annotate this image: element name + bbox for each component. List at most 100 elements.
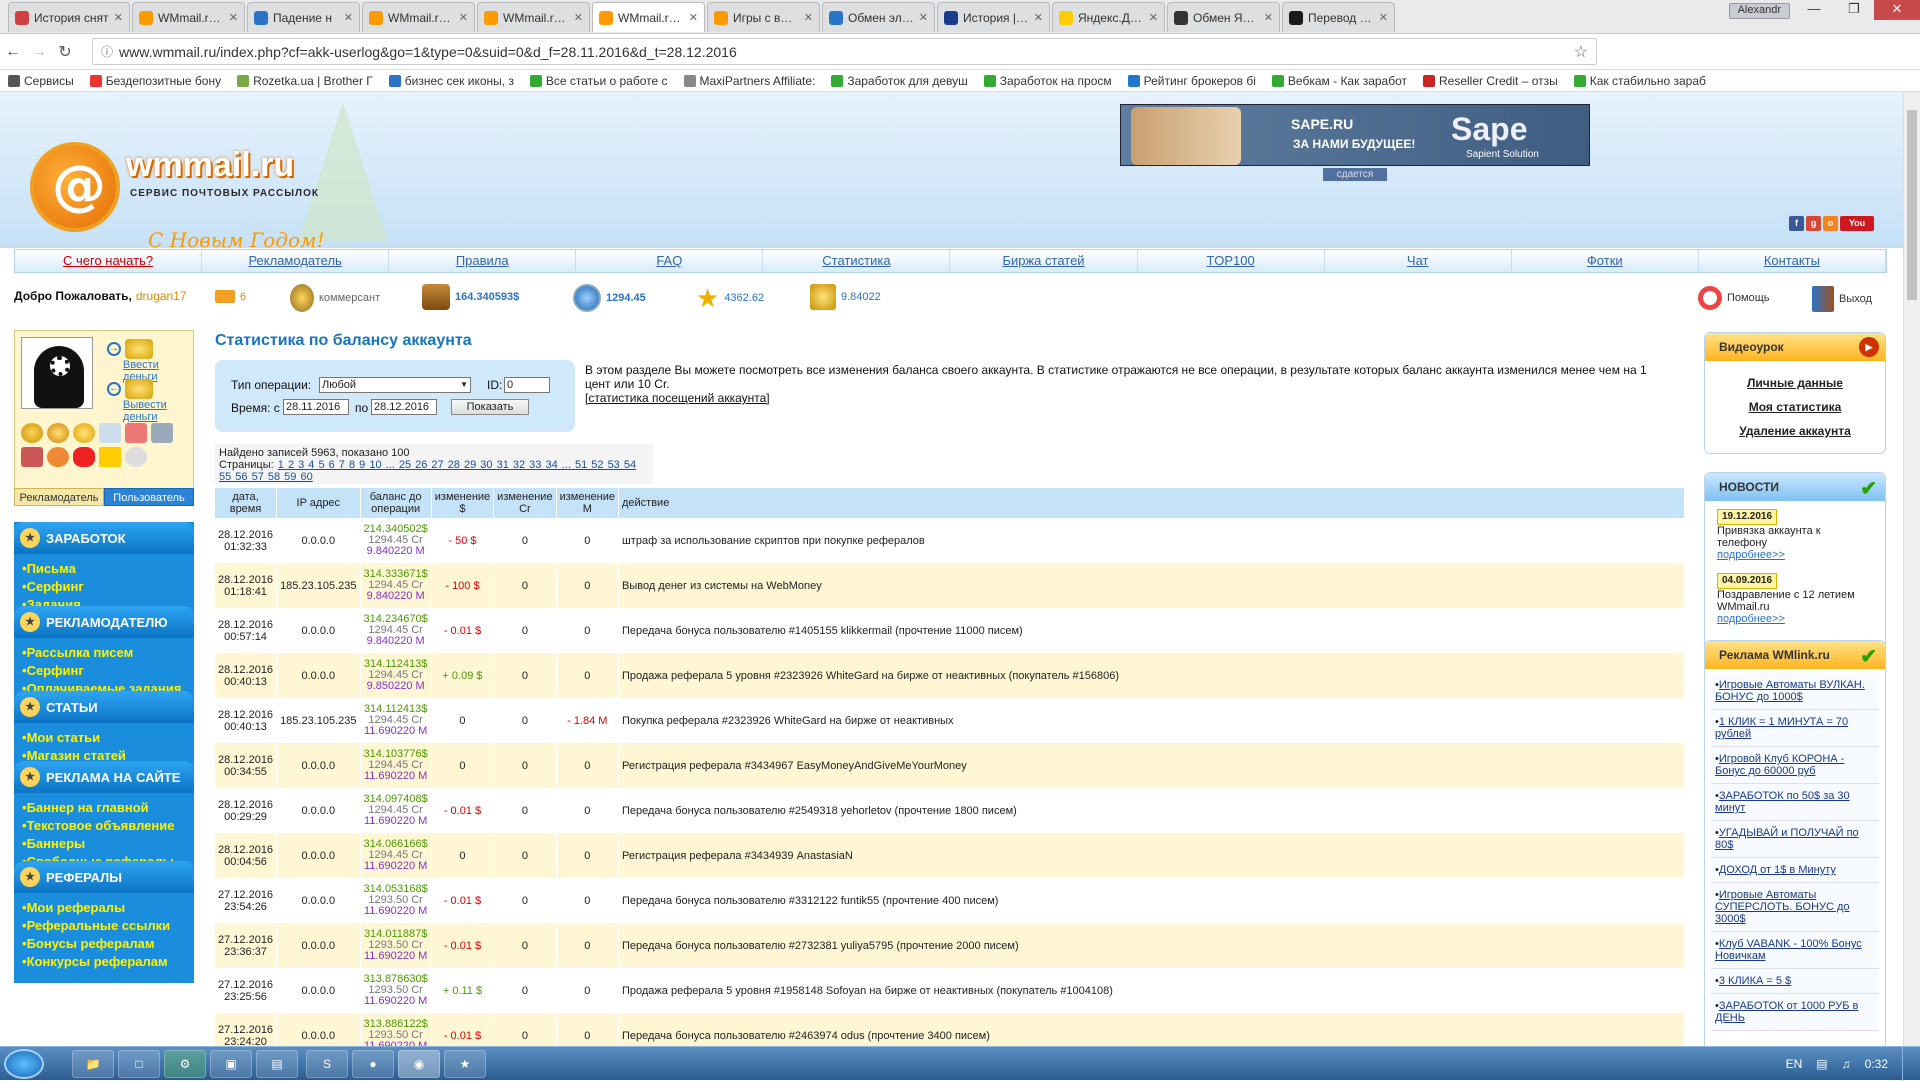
- browser-tab[interactable]: WMmail.ru - с ✕: [477, 2, 590, 32]
- close-icon[interactable]: ✕: [1874, 0, 1920, 20]
- show-desktop-button[interactable]: [1902, 1047, 1912, 1081]
- browser-tab[interactable]: Яндекс.Деньг ✕: [1052, 2, 1165, 32]
- tab-close-icon[interactable]: ✕: [229, 11, 238, 24]
- role-user-button[interactable]: Пользователь: [104, 488, 194, 506]
- browser-tab[interactable]: История | Pay ✕: [937, 2, 1050, 32]
- odnoklassniki-icon[interactable]: o: [1823, 216, 1838, 231]
- explorer-taskbar-icon[interactable]: 📁: [72, 1050, 114, 1078]
- bookmark-item[interactable]: Заработок для девуш: [831, 74, 968, 88]
- site-logo[interactable]: @ wmmail.ru СЕРВИС ПОЧТОВЫХ РАССЫЛОК С Н…: [18, 102, 388, 252]
- sidebar-item[interactable]: Рассылка писем: [22, 644, 186, 662]
- account-link[interactable]: Моя статистика: [1705, 395, 1885, 419]
- nav-link-9[interactable]: Фотки: [1512, 250, 1699, 272]
- tab-close-icon[interactable]: ✕: [1034, 11, 1043, 24]
- page-links[interactable]: 1 2 3 4 5 6 7 8 9 10 ... 25 26 27 28 29 …: [219, 459, 636, 483]
- deposit-link[interactable]: →: [107, 339, 153, 359]
- page-scrollbar[interactable]: [1903, 92, 1920, 1046]
- banner-for-rent-label[interactable]: сдается: [1323, 168, 1387, 181]
- video-lesson-header[interactable]: Видеоурок ▶: [1705, 333, 1885, 361]
- avatar[interactable]: [21, 337, 93, 409]
- google-plus-icon[interactable]: g: [1806, 216, 1821, 231]
- news-more-link[interactable]: подробнее>>: [1717, 549, 1785, 561]
- bookmark-item[interactable]: Заработок на просм: [983, 74, 1112, 88]
- network-icon[interactable]: ▤: [1816, 1057, 1827, 1071]
- tab-close-icon[interactable]: ✕: [919, 11, 928, 24]
- url-input[interactable]: ⓘ www.wmmail.ru/index.php?cf=akk-userlog…: [92, 38, 1597, 65]
- nav-link-6[interactable]: Биржа статей: [950, 250, 1138, 272]
- medal-icon[interactable]: [21, 423, 43, 443]
- scrollbar-thumb[interactable]: [1907, 110, 1917, 300]
- tab-close-icon[interactable]: ✕: [114, 11, 123, 24]
- browser-tab[interactable]: WMmail.ru - с ✕: [132, 2, 245, 32]
- mail-indicator[interactable]: 6: [215, 290, 246, 303]
- operation-type-select[interactable]: Любой: [319, 377, 471, 393]
- clock[interactable]: 0:32: [1865, 1057, 1888, 1071]
- heart-icon[interactable]: [73, 447, 95, 467]
- bookmark-item[interactable]: MaxiPartners Affiliate:: [683, 74, 815, 88]
- balance-usd-indicator[interactable]: 164.340593$: [422, 284, 519, 310]
- sidebar-item[interactable]: Мои статьи: [22, 729, 186, 747]
- browser-tab[interactable]: История снят ✕: [8, 2, 130, 32]
- app-taskbar-icon[interactable]: ★: [444, 1050, 486, 1078]
- medal-icon[interactable]: [73, 423, 95, 443]
- withdraw-link[interactable]: ←: [107, 379, 153, 399]
- pencil-icon[interactable]: [99, 423, 121, 443]
- ad-link[interactable]: 1 КЛИК = 1 МИНУТА = 70 рублей: [1715, 716, 1848, 740]
- sidebar-item[interactable]: Бонусы рефералам: [22, 935, 186, 953]
- tab-close-icon[interactable]: ✕: [1379, 11, 1388, 24]
- balance-m-indicator[interactable]: 9.84022: [810, 284, 881, 310]
- nav-link-4[interactable]: FAQ: [576, 250, 764, 272]
- date-from-input[interactable]: 28.11.2016: [283, 399, 349, 415]
- sidebar-section-header[interactable]: ★ СТАТЬИ: [14, 691, 194, 723]
- sidebar-section-header[interactable]: ★ РЕКЛАМОДАТЕЛЮ: [14, 606, 194, 638]
- sidebar-item[interactable]: Текстовое объявление: [22, 817, 186, 835]
- sape-banner[interactable]: SAPE.RU ЗА НАМИ БУДУЩЕЕ! Sape Sapient So…: [1120, 104, 1590, 166]
- window-user-badge[interactable]: Alexandr: [1728, 3, 1790, 19]
- bookmark-item[interactable]: Все статьи о работе с: [529, 74, 668, 88]
- news-more-link[interactable]: подробнее>>: [1717, 613, 1785, 625]
- date-to-input[interactable]: 28.12.2016: [371, 399, 437, 415]
- app-taskbar-icon[interactable]: ⚙: [164, 1050, 206, 1078]
- forward-icon[interactable]: →: [26, 43, 52, 61]
- bookmark-item[interactable]: Вебкам - Как заработ: [1271, 74, 1407, 88]
- browser-tab[interactable]: Игры с вывод ✕: [707, 2, 820, 32]
- page-info-icon[interactable]: ⓘ: [101, 43, 113, 60]
- ad-link[interactable]: 3 КЛИКА = 5 $: [1719, 975, 1791, 987]
- sidebar-section-header[interactable]: ★ РЕКЛАМА НА САЙТЕ: [14, 761, 194, 793]
- minimize-icon[interactable]: —: [1794, 0, 1834, 20]
- percent-icon[interactable]: [21, 447, 43, 467]
- person-icon[interactable]: [47, 447, 69, 467]
- sidebar-item[interactable]: Серфинг: [22, 662, 186, 680]
- browser-tab[interactable]: Обмен электр ✕: [822, 2, 935, 32]
- medal-icon[interactable]: [47, 423, 69, 443]
- bookmark-item[interactable]: Как стабильно зараб: [1573, 74, 1706, 88]
- facebook-icon[interactable]: f: [1789, 216, 1804, 231]
- tab-close-icon[interactable]: ✕: [459, 11, 468, 24]
- account-link[interactable]: Удаление аккаунта: [1705, 419, 1885, 443]
- ad-link[interactable]: Игровые Автоматы СУПЕРСЛОТЬ. БОНУС до 30…: [1715, 889, 1850, 925]
- ad-link[interactable]: ДОХОД от 1$ в Минуту: [1719, 864, 1836, 876]
- maximize-icon[interactable]: ❐: [1834, 0, 1874, 20]
- tab-close-icon[interactable]: ✕: [804, 11, 813, 24]
- sidebar-item[interactable]: Баннер на главной: [22, 799, 186, 817]
- ad-link[interactable]: Клуб VABANK - 100% Бонус Новичкам: [1715, 938, 1862, 962]
- sidebar-item[interactable]: Мои рефералы: [22, 899, 186, 917]
- role-advertiser-button[interactable]: Рекламодатель: [14, 488, 104, 506]
- youtube-icon[interactable]: You: [1840, 216, 1874, 231]
- skype-taskbar-icon[interactable]: S: [306, 1050, 348, 1078]
- browser-tab[interactable]: Падение н ✕: [247, 2, 360, 32]
- ad-link[interactable]: ЗАРАБОТОК по 50$ за 30 минут: [1715, 790, 1850, 814]
- rating-indicator[interactable]: ★ 4362.62: [696, 285, 764, 311]
- username[interactable]: drugan17: [136, 289, 187, 303]
- bucket-icon[interactable]: [151, 423, 173, 443]
- sidebar-section-header[interactable]: ★ ЗАРАБОТОК: [14, 522, 194, 554]
- nav-link-5[interactable]: Статистика: [763, 250, 951, 272]
- show-button[interactable]: Показать: [451, 399, 529, 415]
- exit-link[interactable]: Выход: [1812, 286, 1872, 312]
- ad-link[interactable]: УГАДЫВАЙ и ПОЛУЧАЙ по 80$: [1715, 827, 1859, 851]
- app-taskbar-icon[interactable]: ▤: [256, 1050, 298, 1078]
- nav-link-7[interactable]: TOP100: [1138, 250, 1325, 272]
- browser-tab[interactable]: WMmail.ru - о ✕: [362, 2, 475, 32]
- browser-tab[interactable]: WMmail.ru - с ✕: [592, 2, 705, 32]
- sidebar-item[interactable]: Баннеры: [22, 835, 186, 853]
